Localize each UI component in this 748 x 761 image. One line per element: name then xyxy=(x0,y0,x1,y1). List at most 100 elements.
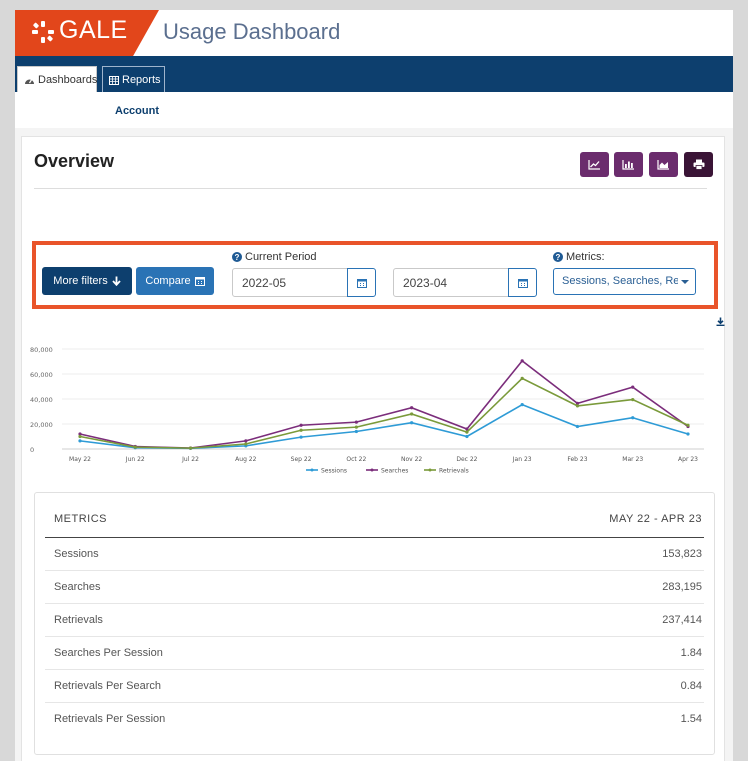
legend-marker xyxy=(370,468,374,472)
filter-bar-highlight: More filters Compare ? Current Period 20… xyxy=(32,241,718,309)
legend-marker xyxy=(310,468,314,472)
top-nav: Dashboards Reports xyxy=(15,56,733,95)
series-line-sessions xyxy=(79,403,689,450)
calendar-icon xyxy=(194,277,205,286)
help-icon[interactable]: ? xyxy=(232,252,242,262)
gale-logo[interactable]: GALE xyxy=(15,10,159,56)
x-tick-label: Dec 22 xyxy=(456,456,477,463)
data-point-searches xyxy=(631,385,635,389)
metrics-select[interactable]: Sessions, Searches, Re xyxy=(553,268,696,295)
header: GALE Usage Dashboard xyxy=(15,10,733,56)
more-filters-label: More filters xyxy=(53,275,108,287)
x-tick-label: Apr 23 xyxy=(678,456,698,463)
data-point-searches xyxy=(520,359,524,363)
dashboard-icon xyxy=(25,78,34,84)
start-date-calendar-button[interactable] xyxy=(347,268,376,297)
data-point-searches xyxy=(410,406,414,410)
area-chart-button[interactable] xyxy=(649,152,678,177)
compare-label: Compare xyxy=(145,275,191,287)
tab-dashboards[interactable]: Dashboards xyxy=(17,66,97,95)
tab-reports-label: Reports xyxy=(122,74,161,86)
metric-label: Retrievals Per Session xyxy=(54,713,166,725)
more-filters-button[interactable]: More filters xyxy=(42,267,132,295)
data-point-retrievals xyxy=(410,412,414,416)
metrics-label-text: Metrics: xyxy=(566,251,605,263)
start-date-input[interactable]: 2022-05 xyxy=(232,268,349,297)
series-line-retrievals xyxy=(79,377,689,449)
metrics-table: METRICS MAY 22 - APR 23 Sessions 153,823… xyxy=(34,492,715,755)
data-point-retrievals xyxy=(188,446,193,450)
tab-dashboards-label: Dashboards xyxy=(38,74,98,86)
logo-text: GALE xyxy=(59,16,128,44)
help-icon[interactable]: ? xyxy=(553,252,563,262)
data-point-sessions xyxy=(465,434,469,439)
data-point-retrievals xyxy=(133,445,137,449)
x-tick-label: Aug 22 xyxy=(235,456,256,463)
metric-value: 283,195 xyxy=(662,581,702,593)
end-date-calendar-button[interactable] xyxy=(508,268,537,297)
data-point-retrievals xyxy=(244,442,248,446)
bar-chart-icon xyxy=(622,160,634,170)
x-tick-label: May 22 xyxy=(69,456,91,463)
y-tick-label: 60,000 xyxy=(30,371,53,379)
metric-value: 0.84 xyxy=(680,680,702,692)
subnav-item-account[interactable]: Account xyxy=(115,105,159,117)
app-window: GALE Usage Dashboard Dashboards Reports … xyxy=(15,10,733,761)
x-tick-label: Feb 23 xyxy=(567,456,587,463)
metrics-table-header: METRICS MAY 22 - APR 23 xyxy=(45,493,704,538)
table-row: Retrievals Per Session 1.54 xyxy=(45,703,704,736)
print-icon xyxy=(693,159,704,170)
table-row: Searches 283,195 xyxy=(45,571,704,604)
current-period-text: Current Period xyxy=(245,251,317,263)
line-chart-button[interactable] xyxy=(580,152,609,177)
data-point-searches xyxy=(354,420,358,424)
screenshot-frame: GALE Usage Dashboard Dashboards Reports … xyxy=(0,0,748,761)
tab-reports[interactable]: Reports xyxy=(102,66,165,94)
table-icon xyxy=(109,76,119,85)
sub-nav: Account xyxy=(15,92,733,128)
metrics-header-period: MAY 22 - APR 23 xyxy=(609,513,702,525)
table-row: Sessions 153,823 xyxy=(45,538,704,571)
x-tick-label: Oct 22 xyxy=(346,456,366,463)
x-tick-label: Nov 22 xyxy=(401,456,422,463)
legend-label: Retrievals xyxy=(439,468,469,475)
data-point-sessions xyxy=(78,439,82,443)
y-tick-label: 0 xyxy=(30,446,34,454)
data-point-sessions xyxy=(410,421,414,425)
page-title: Overview xyxy=(34,151,115,171)
overview-divider xyxy=(34,188,707,189)
bar-chart-button[interactable] xyxy=(614,152,643,177)
data-point-retrievals xyxy=(631,398,635,402)
left-border xyxy=(0,0,15,761)
x-tick-label: Jun 22 xyxy=(125,456,145,463)
top-border xyxy=(0,0,748,10)
data-point-sessions xyxy=(631,416,635,420)
metrics-label: ? Metrics: xyxy=(553,251,605,263)
metric-label: Searches Per Session xyxy=(54,647,163,659)
compare-button[interactable]: Compare xyxy=(136,267,214,295)
calendar-icon xyxy=(517,278,528,288)
data-point-retrievals xyxy=(465,430,469,434)
metrics-header-label: METRICS xyxy=(54,513,107,525)
y-tick-label: 80,000 xyxy=(30,346,53,354)
current-period-label: ? Current Period xyxy=(232,251,317,263)
data-point-searches xyxy=(299,423,303,427)
x-tick-label: Sep 22 xyxy=(291,456,312,463)
data-point-sessions xyxy=(354,429,358,434)
print-button[interactable] xyxy=(684,152,713,177)
data-point-sessions xyxy=(575,424,580,429)
metric-value: 1.54 xyxy=(680,713,702,725)
metric-label: Retrievals Per Search xyxy=(54,680,161,692)
metrics-select-value: Sessions, Searches, Re xyxy=(562,275,678,287)
legend-label: Sessions xyxy=(321,468,347,475)
data-point-sessions xyxy=(686,432,690,436)
legend-label: Searches xyxy=(381,468,408,475)
right-border xyxy=(733,0,748,761)
arrow-down-icon xyxy=(112,276,121,286)
download-icon[interactable] xyxy=(716,317,725,326)
y-tick-label: 40,000 xyxy=(30,396,53,404)
data-point-sessions xyxy=(299,435,303,439)
calendar-icon xyxy=(356,278,367,288)
end-date-input[interactable]: 2023-04 xyxy=(393,268,510,297)
table-row: Searches Per Session 1.84 xyxy=(45,637,704,670)
